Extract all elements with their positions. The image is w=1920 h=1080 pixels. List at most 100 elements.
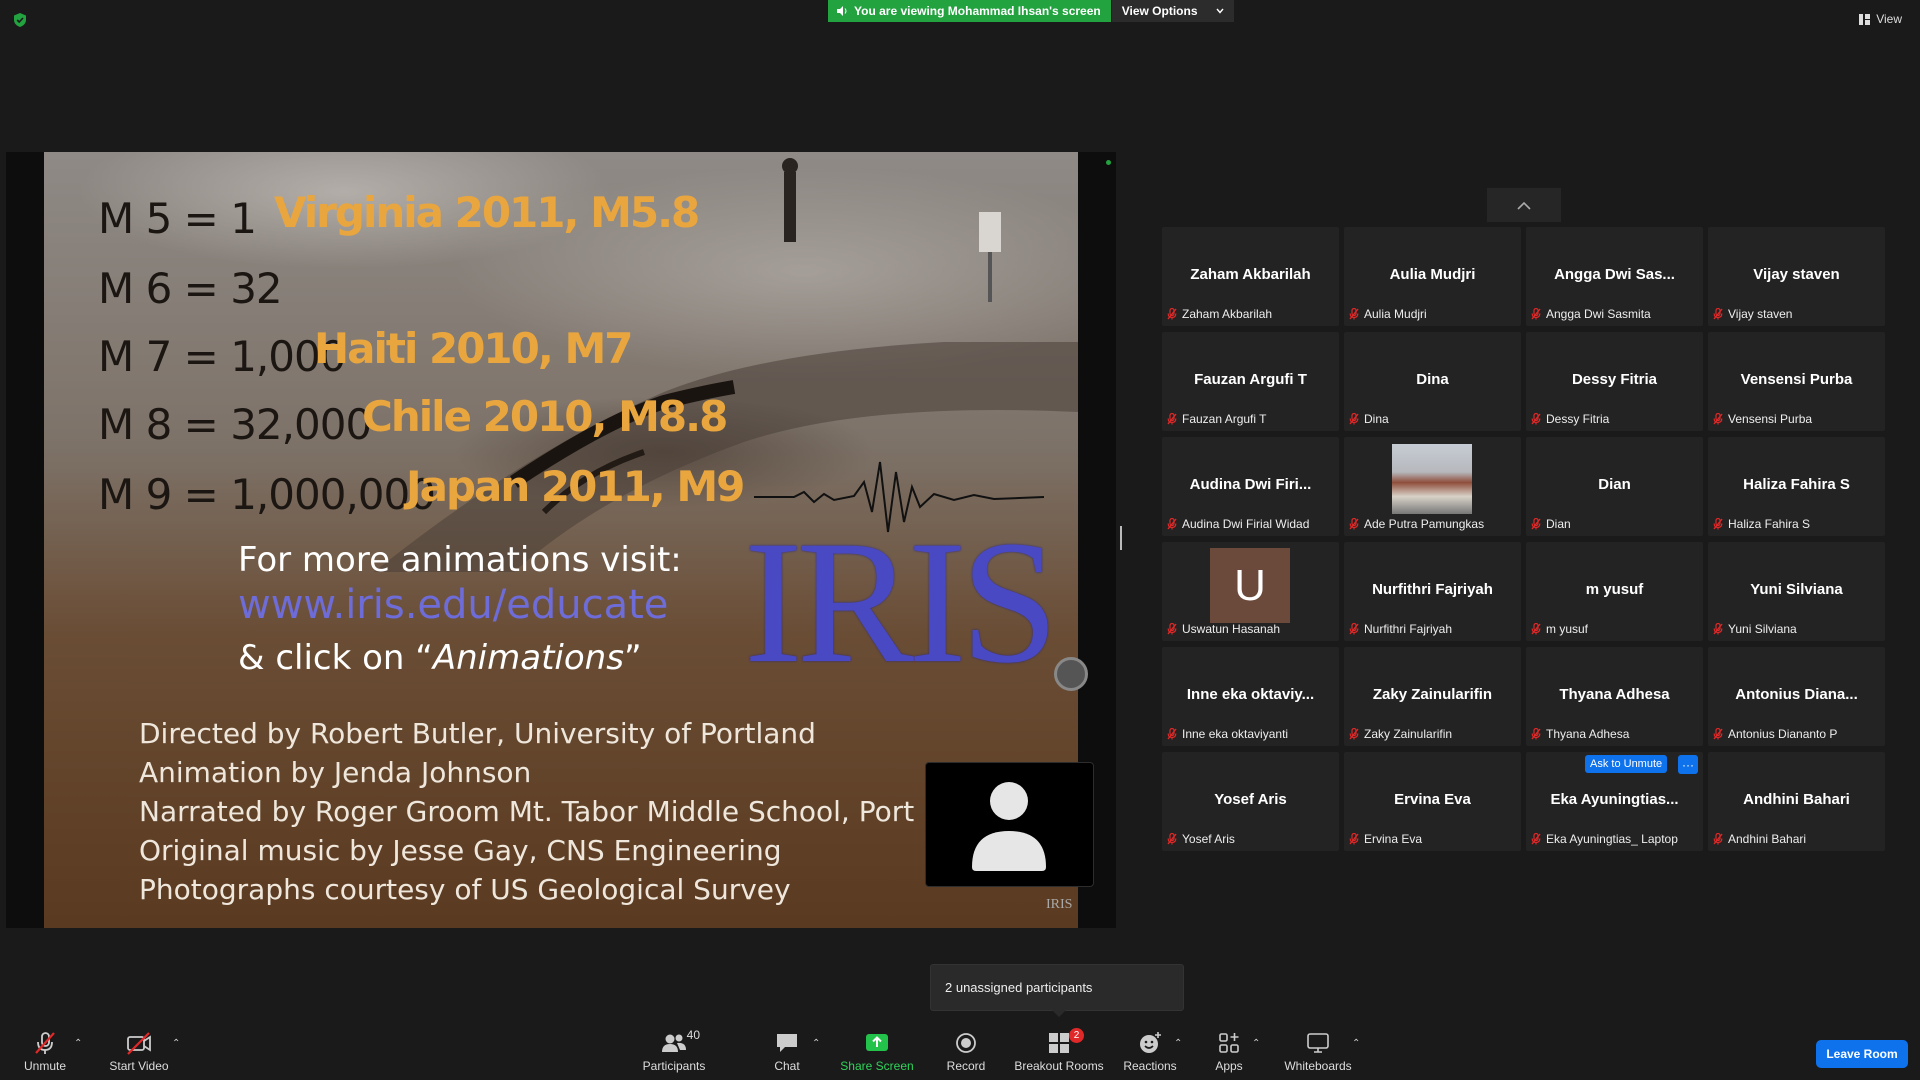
- self-video-tile[interactable]: [925, 762, 1094, 887]
- record-button[interactable]: Record: [944, 1030, 988, 1073]
- participant-tile[interactable]: Aulia Mudjri Aulia Mudjri: [1344, 227, 1521, 326]
- leave-room-button[interactable]: Leave Room: [1816, 1040, 1908, 1068]
- more-options-button[interactable]: ···: [1678, 755, 1698, 774]
- participant-tile[interactable]: Andhini Bahari Andhini Bahari: [1708, 752, 1885, 851]
- chat-options-caret[interactable]: ⌃: [812, 1038, 820, 1049]
- participant-tile[interactable]: Vensensi Purba Vensensi Purba: [1708, 332, 1885, 431]
- participant-tile[interactable]: Vijay staven Vijay staven: [1708, 227, 1885, 326]
- participant-name: Ade Putra Pamungkas: [1364, 517, 1485, 531]
- apps-button[interactable]: Apps: [1214, 1030, 1244, 1073]
- record-label: Record: [946, 1059, 986, 1073]
- ask-to-unmute-button[interactable]: Ask to Unmute: [1585, 755, 1668, 773]
- participant-name: Aulia Mudjri: [1364, 307, 1427, 321]
- viewing-screen-notice: You are viewing Mohammad Ihsan's screen: [828, 0, 1111, 22]
- participant-tile[interactable]: Eka Ayuningtias... Ask to Unmute ··· Eka Ay…: [1526, 752, 1703, 851]
- participant-tile[interactable]: Dessy Fitria Dessy Fitria: [1526, 332, 1703, 431]
- view-options-label: View Options: [1121, 4, 1198, 18]
- credit-line: Original music by Jesse Gay, CNS Enginee…: [139, 834, 782, 867]
- participant-tile[interactable]: Yuni Silviana Yuni Silviana: [1708, 542, 1885, 641]
- participant-display-name: Angga Dwi Sas...: [1554, 266, 1675, 283]
- visit-url: www.iris.edu/educate: [238, 582, 669, 628]
- breakout-rooms-button[interactable]: 2 Breakout Rooms: [1014, 1028, 1104, 1073]
- participant-tile[interactable]: Inne eka oktaviy... Inne eka oktaviyanti: [1162, 647, 1339, 746]
- participant-tile[interactable]: Haliza Fahira S Haliza Fahira S: [1708, 437, 1885, 536]
- click-animations-text: & click on “Animations”: [238, 638, 642, 678]
- start-video-button[interactable]: Start Video: [108, 1030, 170, 1073]
- participant-tile[interactable]: Audina Dwi Firi... Audina Dwi Firial Wida…: [1162, 437, 1339, 536]
- reactions-options-caret[interactable]: ⌃: [1174, 1038, 1182, 1049]
- view-label: View: [1876, 12, 1902, 26]
- participant-footer: Yosef Aris: [1167, 832, 1235, 846]
- participant-tile[interactable]: Zaham Akbarilah Zaham Akbarilah: [1162, 227, 1339, 326]
- magnitude-line: M 9 = 1,000,000: [98, 470, 436, 519]
- participant-tile[interactable]: Zaky Zainularifin Zaky Zainularifin: [1344, 647, 1521, 746]
- participant-display-name: Inne eka oktaviy...: [1186, 686, 1315, 703]
- unassigned-participants-toast[interactable]: 2 unassigned participants: [930, 964, 1184, 1011]
- view-button[interactable]: View: [1859, 12, 1902, 26]
- share-screen-button[interactable]: Share Screen: [840, 1030, 914, 1073]
- participant-name: Dian: [1546, 517, 1571, 531]
- participant-avatar: U: [1210, 548, 1290, 623]
- muted-microphone-icon: [1531, 728, 1541, 740]
- chat-button[interactable]: Chat: [772, 1030, 802, 1073]
- participant-display-name: Audina Dwi Firi...: [1189, 476, 1312, 493]
- participant-footer: Andhini Bahari: [1713, 832, 1806, 846]
- apps-label: Apps: [1215, 1059, 1243, 1073]
- muted-microphone-icon: [1349, 728, 1359, 740]
- share-screen-label: Share Screen: [840, 1059, 914, 1073]
- reactions-icon: [1140, 1032, 1161, 1053]
- remote-control-button[interactable]: [1054, 657, 1088, 691]
- breakout-rooms-label: Breakout Rooms: [1014, 1059, 1104, 1073]
- participant-tile[interactable]: Yosef Aris Yosef Aris: [1162, 752, 1339, 851]
- participant-tile[interactable]: Ervina Eva Ervina Eva: [1344, 752, 1521, 851]
- participant-tile[interactable]: Dian Dian: [1526, 437, 1703, 536]
- muted-microphone-icon: [1349, 518, 1359, 530]
- participants-button[interactable]: 40 Participants: [642, 1028, 706, 1073]
- security-shield-icon[interactable]: [12, 12, 28, 28]
- participant-footer: Zaham Akbarilah: [1167, 307, 1272, 321]
- participant-footer: Ervina Eva: [1349, 832, 1422, 846]
- audio-options-caret[interactable]: ⌃: [74, 1038, 82, 1049]
- participant-tile[interactable]: Fauzan Argufi T Fauzan Argufi T: [1162, 332, 1339, 431]
- participant-footer: Vensensi Purba: [1713, 412, 1812, 426]
- participant-tile[interactable]: Nurfithri Fajriyah Nurfithri Fajriyah: [1344, 542, 1521, 641]
- participant-tile[interactable]: Thyana Adhesa Thyana Adhesa: [1526, 647, 1703, 746]
- video-options-caret[interactable]: ⌃: [172, 1038, 180, 1049]
- credit-line: Directed by Robert Butler, University of…: [139, 717, 816, 750]
- participant-tile[interactable]: Antonius Diana... Antonius Diananto P: [1708, 647, 1885, 746]
- unmute-button[interactable]: Unmute: [22, 1030, 68, 1073]
- participant-display-name: Haliza Fahira S: [1743, 476, 1850, 493]
- participant-footer: Antonius Diananto P: [1713, 727, 1837, 741]
- magnitude-line: M 7 = 1,000: [98, 332, 346, 381]
- whiteboards-options-caret[interactable]: ⌃: [1352, 1038, 1360, 1049]
- participant-footer: Vijay staven: [1713, 307, 1792, 321]
- muted-microphone-icon: [1167, 623, 1177, 635]
- participant-tile[interactable]: Ade Putra Pamungkas: [1344, 437, 1521, 536]
- participant-display-name: Yosef Aris: [1214, 791, 1287, 808]
- muted-microphone-icon: [1531, 833, 1541, 845]
- muted-microphone-icon: [1167, 728, 1177, 740]
- participant-footer: Yuni Silviana: [1713, 622, 1797, 636]
- earthquake-location: Haiti 2010, M7: [314, 324, 633, 373]
- participants-count: 40: [686, 1028, 700, 1042]
- participant-display-name: Ervina Eva: [1394, 791, 1471, 808]
- participant-footer: Dina: [1349, 412, 1389, 426]
- participant-tile[interactable]: Dina Dina: [1344, 332, 1521, 431]
- whiteboards-button[interactable]: Whiteboards: [1282, 1030, 1354, 1073]
- split-view-drag-handle[interactable]: [1120, 526, 1122, 550]
- participant-tile[interactable]: m yusuf m yusuf: [1526, 542, 1703, 641]
- gallery-scroll-up-button[interactable]: [1487, 188, 1561, 222]
- earthquake-location: Japan 2011, M9: [406, 462, 745, 511]
- apps-options-caret[interactable]: ⌃: [1252, 1038, 1260, 1049]
- chevron-down-icon: [1215, 8, 1224, 14]
- participant-tile[interactable]: Angga Dwi Sas... Angga Dwi Sasmita: [1526, 227, 1703, 326]
- participant-footer: Fauzan Argufi T: [1167, 412, 1267, 426]
- participant-display-name: Antonius Diana...: [1735, 686, 1858, 703]
- participant-display-name: Andhini Bahari: [1743, 791, 1850, 808]
- participant-tile[interactable]: U Uswatun Hasanah: [1162, 542, 1339, 641]
- toast-pointer: [1052, 1010, 1066, 1017]
- banner-text: You are viewing Mohammad Ihsan's screen: [854, 4, 1101, 18]
- view-options-button[interactable]: View Options: [1110, 0, 1234, 22]
- reactions-button[interactable]: Reactions: [1123, 1030, 1177, 1073]
- muted-microphone-icon: [1167, 518, 1177, 530]
